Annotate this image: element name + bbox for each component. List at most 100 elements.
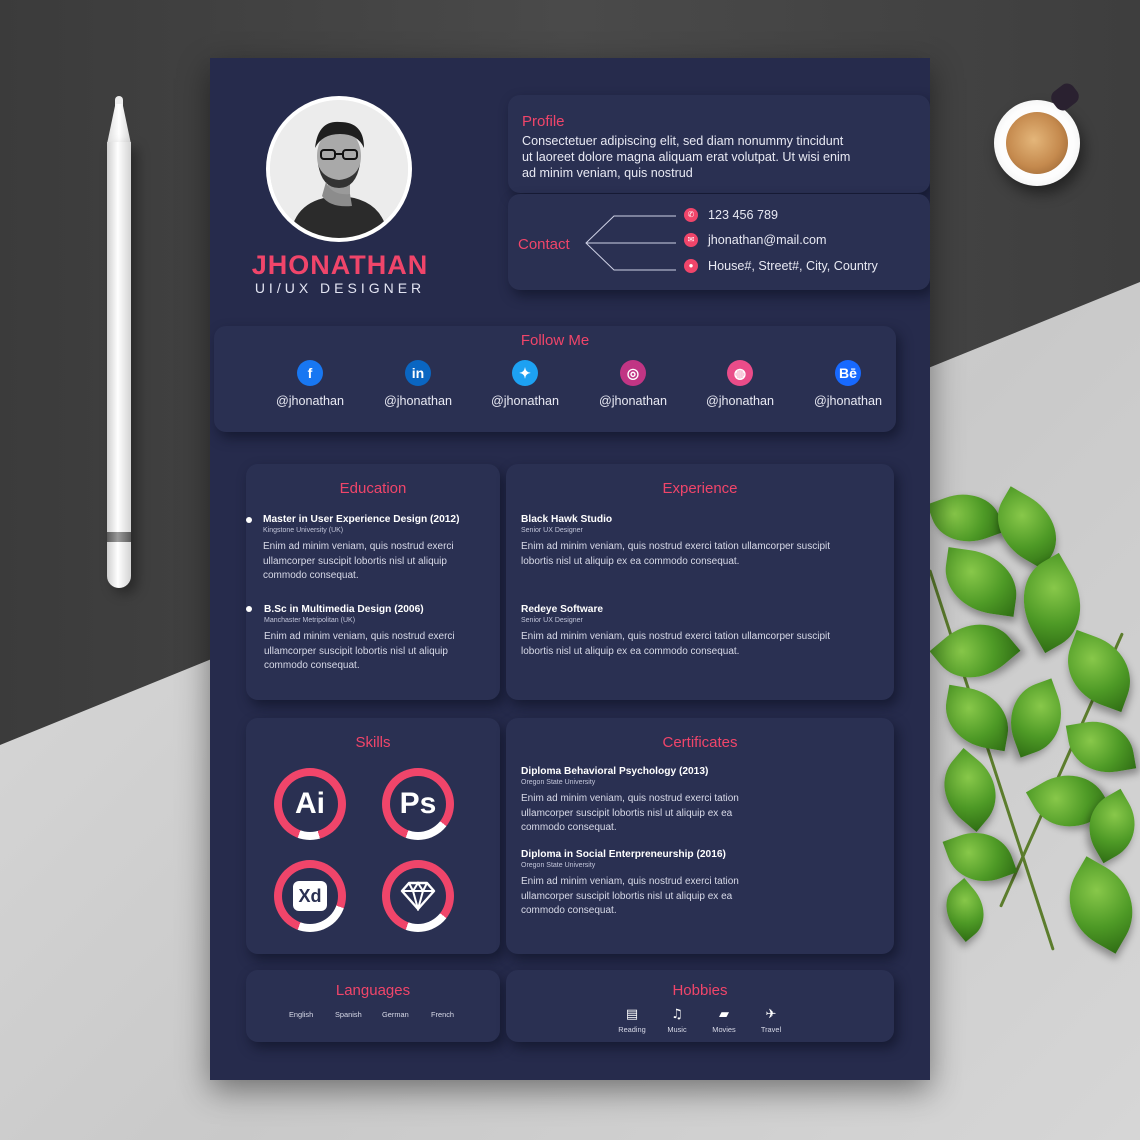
education-panel: Education Master in User Experience Desi… xyxy=(246,464,500,700)
experience-entry: Redeye Software Senior UX Designer Enim … xyxy=(521,604,889,659)
follow-heading: Follow Me xyxy=(520,332,590,349)
hobby-item: ▰ Movies xyxy=(704,1007,744,1035)
description-line: lobortis nisl ut aliquip ex ea commodo c… xyxy=(521,645,740,657)
description-line: ullamcorper suscipit lobortis nisl ut al… xyxy=(263,555,447,567)
certificate-description: Enim ad minim veniam, quis nostrud exerc… xyxy=(521,792,889,836)
certificate-description: Enim ad minim veniam, quis nostrud exerc… xyxy=(521,875,889,919)
profile-line: ad minim veniam, quis nostrud xyxy=(522,166,693,180)
description-line: Enim ad minim veniam, quis nostrud exerc… xyxy=(521,631,831,642)
education-entry: B.Sc in Multimedia Design (2006) Manchas… xyxy=(264,604,496,674)
contact-address[interactable]: ● House#, Street#, City, Country xyxy=(684,259,878,273)
skill-ring xyxy=(382,860,454,932)
certificate-title: Diploma Behavioral Psychology (2013) xyxy=(521,766,709,777)
timeline-bullet xyxy=(246,517,252,523)
hobby-label: Movies xyxy=(712,1025,736,1034)
twitter-icon: ✦ xyxy=(512,360,538,386)
social-handle: @jhonathan xyxy=(490,394,560,408)
linkedin-icon: in xyxy=(405,360,431,386)
education-entry: Master in User Experience Design (2012) … xyxy=(263,514,495,584)
education-heading: Education xyxy=(339,480,407,497)
contact-email[interactable]: ✉ jhonathan@mail.com xyxy=(684,233,827,247)
certificate-entry: Diploma Behavioral Psychology (2013) Ore… xyxy=(521,766,889,836)
social-handle: @jhonathan xyxy=(705,394,775,408)
hobbies-panel: Hobbies ▤ Reading ♫ Music ▰ Movies ✈ Tra… xyxy=(506,970,894,1042)
education-institution: Manchaster Metripolitan (UK) xyxy=(264,617,356,624)
instagram-icon: ◎ xyxy=(620,360,646,386)
social-handle: @jhonathan xyxy=(813,394,883,408)
hobbies-heading: Hobbies xyxy=(672,982,728,999)
resume-page: JHONATHAN UI/UX DESIGNER Profile Consect… xyxy=(210,58,930,1080)
description-line: commodo consequat. xyxy=(263,570,359,582)
facebook-icon: f xyxy=(297,360,323,386)
contact-heading: Contact xyxy=(518,236,570,253)
pencil-band xyxy=(107,532,131,542)
illustrator-icon: Ai xyxy=(295,787,325,820)
social-link[interactable]: ◍ @jhonathan xyxy=(690,360,790,408)
profile-panel: Profile Consectetuer adipiscing elit, se… xyxy=(508,95,930,193)
skills-heading: Skills xyxy=(355,734,391,751)
language-item: Spanish xyxy=(335,1010,362,1019)
profile-text: Consectetuer adipiscing elit, sed diam n… xyxy=(522,133,902,181)
xd-icon: Xd xyxy=(293,881,327,911)
description-line: Enim ad minim veniam, quis nostrud exerc… xyxy=(521,541,831,552)
description-line: ullamcorper suscipit lobortis nisl ut al… xyxy=(521,807,733,819)
description-line: Enim ad minim veniam, quis nostrud exerc… xyxy=(521,793,739,804)
language-item: German xyxy=(382,1010,409,1019)
pencil-cone xyxy=(107,104,131,144)
experience-description: Enim ad minim veniam, quis nostrud exerc… xyxy=(521,630,889,659)
profile-heading: Profile xyxy=(522,113,565,130)
contact-panel: Contact ✆ 123 456 789 ✉ jhonathan@mail.c… xyxy=(508,194,930,290)
certificates-heading: Certificates xyxy=(662,734,738,751)
certificate-institution: Oregon State University xyxy=(521,779,596,786)
social-link[interactable]: ✦ @jhonathan xyxy=(475,360,575,408)
social-link[interactable]: in @jhonathan xyxy=(368,360,468,408)
coffee-cup-prop xyxy=(994,80,1083,186)
contact-phone[interactable]: ✆ 123 456 789 xyxy=(684,208,778,222)
languages-panel: Languages English Spanish German French xyxy=(246,970,500,1042)
description-line: Enim ad minim veniam, quis nostrud exerc… xyxy=(521,876,739,887)
person-name: JHONATHAN xyxy=(251,250,429,280)
social-handle: @jhonathan xyxy=(383,394,453,408)
certificate-entry: Diploma in Social Enterpreneurship (2016… xyxy=(521,849,889,919)
language-item: French xyxy=(431,1010,455,1019)
pencil-body xyxy=(107,142,131,588)
social-handle: @jhonathan xyxy=(275,394,345,408)
education-description: Enim ad minim veniam, quis nostrud exerc… xyxy=(264,630,496,674)
languages-heading: Languages xyxy=(335,982,411,999)
experience-description: Enim ad minim veniam, quis nostrud exerc… xyxy=(521,540,889,569)
airplane-icon: ✈ xyxy=(765,1007,777,1022)
experience-panel: Experience Black Hawk Studio Senior UX D… xyxy=(506,464,894,700)
social-link[interactable]: Bē @jhonathan xyxy=(798,360,898,408)
avatar xyxy=(270,100,408,238)
description-line: commodo consequat. xyxy=(521,822,617,834)
social-link[interactable]: ◎ @jhonathan xyxy=(583,360,683,408)
follow-panel: Follow Me f @jhonathan in @jhonathan ✦ @jhona… xyxy=(214,326,896,432)
description-line: ullamcorper suscipit lobortis nisl ut al… xyxy=(521,890,733,902)
experience-heading: Experience xyxy=(662,480,738,497)
hobby-item: ✈ Travel xyxy=(751,1007,791,1035)
education-institution: Kingstone University (UK) xyxy=(263,527,344,534)
skills-panel: Skills Ai Ps Xd xyxy=(246,718,500,954)
phone-icon: ✆ xyxy=(684,208,698,222)
book-icon: ▤ xyxy=(625,1007,639,1022)
cup-handle xyxy=(1047,80,1083,114)
coffee xyxy=(1006,112,1068,174)
description-line: Enim ad minim veniam, quis nostrud exerc… xyxy=(264,631,455,642)
sketch-diamond-icon xyxy=(400,881,436,911)
description-line: Enim ad minim veniam, quis nostrud exerc… xyxy=(263,541,454,552)
social-handle: @jhonathan xyxy=(598,394,668,408)
hobby-item: ♫ Music xyxy=(657,1008,697,1035)
social-link[interactable]: f @jhonathan xyxy=(260,360,360,408)
timeline-bullet xyxy=(246,606,252,612)
profile-line: Consectetuer adipiscing elit, sed diam n… xyxy=(522,134,844,148)
certificate-institution: Oregon State University xyxy=(521,862,596,869)
education-title: B.Sc in Multimedia Design (2006) xyxy=(264,604,424,615)
experience-company: Redeye Software xyxy=(521,604,604,615)
language-item: English xyxy=(289,1010,314,1019)
education-title: Master in User Experience Design (2012) xyxy=(263,514,460,525)
clapperboard-icon: ▰ xyxy=(719,1007,729,1022)
experience-role: Senior UX Designer xyxy=(521,617,583,624)
person-title: UI/UX DESIGNER xyxy=(254,280,426,296)
experience-entry: Black Hawk Studio Senior UX Designer Eni… xyxy=(521,514,889,569)
location-pin-icon: ● xyxy=(684,259,698,273)
